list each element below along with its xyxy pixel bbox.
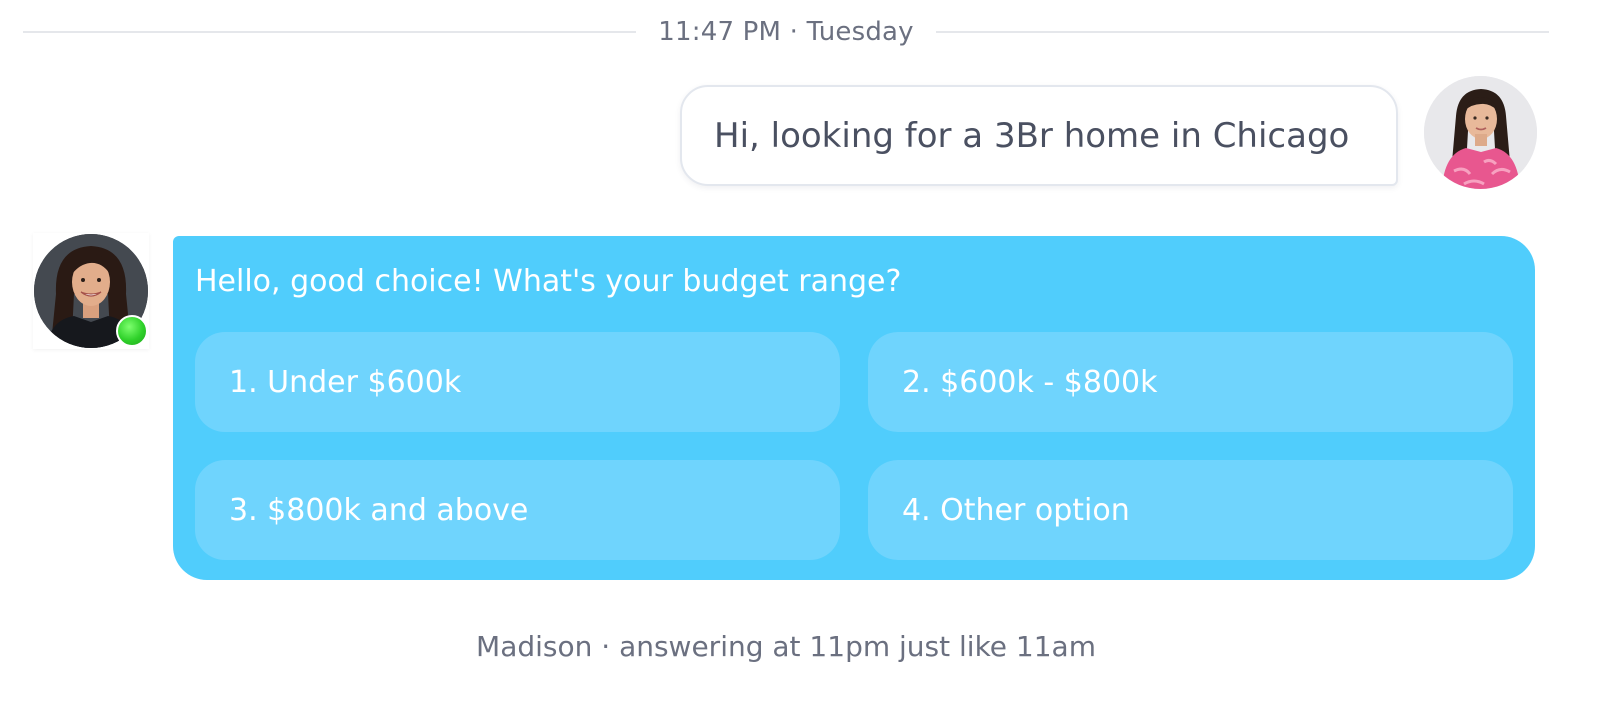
option-other[interactable]: 4. Other option [868,460,1513,560]
user-message-bubble: Hi, looking for a 3Br home in Chicago [680,85,1398,186]
user-message-text: Hi, looking for a 3Br home in Chicago [714,115,1350,156]
option-600k-800k[interactable]: 2. $600k - $800k [868,332,1513,432]
budget-options: 1. Under $600k 2. $600k - $800k 3. $800k… [195,332,1513,560]
agent-question-text: Hello, good choice! What's your budget r… [195,264,902,299]
agent-footer-caption: Madison · answering at 11pm just like 11… [476,630,1096,663]
agent-message-bubble: Hello, good choice! What's your budget r… [173,236,1535,580]
user-avatar-image [1424,76,1537,189]
online-status-indicator [116,315,148,347]
option-under-600k[interactable]: 1. Under $600k [195,332,840,432]
divider-line-right [935,31,1550,33]
timestamp-label: 11:47 PM · Tuesday [658,17,914,47]
user-avatar [1424,76,1537,189]
divider-line-left [23,31,637,33]
option-800k-above[interactable]: 3. $800k and above [195,460,840,560]
timestamp-divider: 11:47 PM · Tuesday [23,12,1550,52]
